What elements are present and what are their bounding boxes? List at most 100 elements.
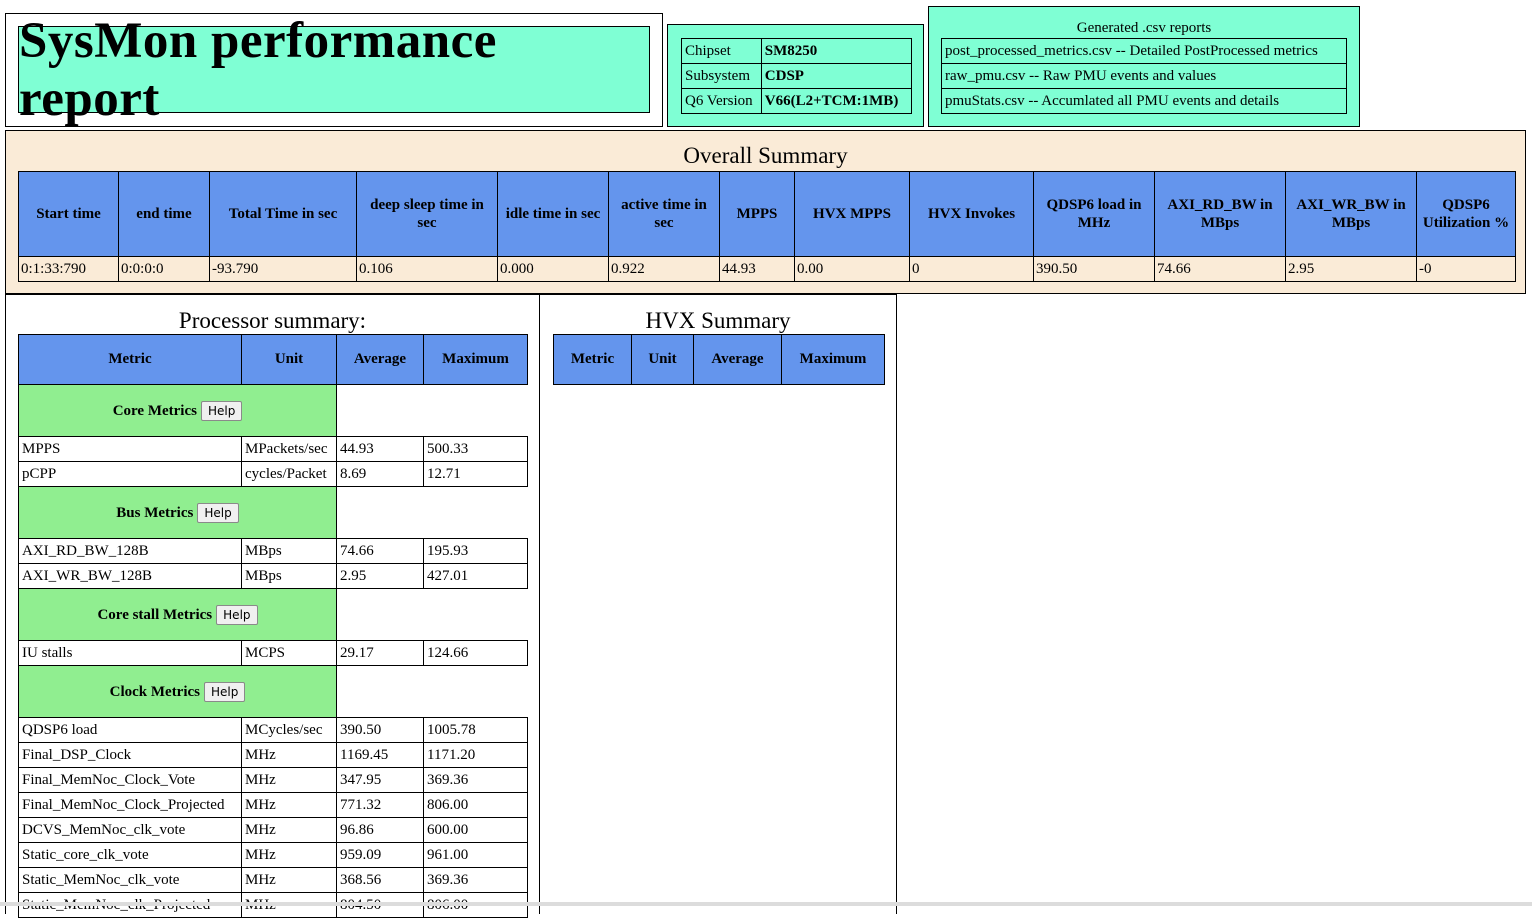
- device-info-row: Subsystem CDSP: [681, 63, 913, 89]
- metric-unit-cell: MCycles/sec: [241, 717, 337, 743]
- metric-average-cell: 96.86: [336, 817, 424, 843]
- metric-name-cell: Final_MemNoc_Clock_Projected: [18, 792, 242, 818]
- metric-unit-cell: MHz: [241, 867, 337, 893]
- metric-maximum-cell: 124.66: [423, 640, 528, 666]
- metric-unit-cell: MHz: [241, 842, 337, 868]
- processor-summary-body: Core Metrics Help MPPS MPackets/sec 44.93 500…: [18, 384, 528, 918]
- column-header: Metric: [18, 334, 242, 385]
- metric-unit-cell: MHz: [241, 792, 337, 818]
- column-header: active time in sec: [608, 171, 720, 257]
- table-cell: 2.95: [1285, 256, 1417, 282]
- column-header: Metric: [553, 334, 632, 385]
- column-header: QDSP6 Utilization %: [1416, 171, 1516, 257]
- horizontal-scrollbar[interactable]: [0, 902, 1532, 906]
- column-header: AXI_RD_BW in MBps: [1154, 171, 1286, 257]
- metric-name-cell: pCPP: [18, 461, 242, 487]
- group-spacer: [336, 486, 528, 539]
- column-header: end time: [118, 171, 210, 257]
- table-row: AXI_RD_BW_128B MBps 74.66 195.93: [18, 538, 528, 564]
- overall-summary-caption: Overall Summary: [683, 143, 848, 168]
- metric-maximum-cell: 806.00: [423, 792, 528, 818]
- table-row: Static_core_clk_vote MHz 959.09 961.00: [18, 842, 528, 868]
- metric-average-cell: 771.32: [336, 792, 424, 818]
- title-banner: SysMon performance report: [18, 13, 650, 127]
- table-row: MPPS MPackets/sec 44.93 500.33: [18, 436, 528, 462]
- metric-group-label: Core Metrics: [112, 402, 197, 419]
- processor-summary-caption: Processor summary:: [178, 308, 367, 333]
- metric-name-cell: AXI_WR_BW_128B: [18, 563, 242, 589]
- reports-caption: Generated .csv reports: [1076, 20, 1212, 36]
- column-header: AXI_WR_BW in MBps: [1285, 171, 1417, 257]
- metric-name-cell: Static_MemNoc_clk_vote: [18, 867, 242, 893]
- table-cell: 0:0:0:0: [118, 256, 210, 282]
- reports-table: post_processed_metrics.csv -- Detailed P…: [941, 38, 1347, 114]
- metric-average-cell: 959.09: [336, 842, 424, 868]
- report-link[interactable]: post_processed_metrics.csv -- Detailed P…: [941, 38, 1347, 64]
- table-cell: 0: [909, 256, 1034, 282]
- device-info-row: Q6 Version V66(L2+TCM:1MB): [681, 88, 913, 114]
- reports-panel: Generated .csv reports post_processed_me…: [928, 6, 1360, 127]
- device-info-table: Chipset SM8250 Subsystem CDSP Q6 Version…: [681, 38, 913, 114]
- metric-group-label: Core stall Metrics: [97, 606, 213, 623]
- table-cell: 0.00: [794, 256, 910, 282]
- hvx-summary-caption: HVX Summary: [645, 308, 791, 333]
- processor-summary-panel: Processor summary: Metric Unit Average M…: [5, 294, 540, 918]
- report-link[interactable]: raw_pmu.csv -- Raw PMU events and values: [941, 63, 1347, 89]
- hvx-summary-header-row: Metric Unit Average Maximum: [553, 334, 885, 385]
- device-info-value: V66(L2+TCM:1MB): [760, 88, 913, 114]
- overall-summary-value-row: 0:1:33:790 0:0:0:0 -93.790 0.106 0.000 0…: [18, 256, 1516, 282]
- help-button[interactable]: Help: [197, 502, 239, 523]
- table-cell: -0: [1416, 256, 1516, 282]
- table-row: AXI_WR_BW_128B MBps 2.95 427.01: [18, 563, 528, 589]
- help-button[interactable]: Help: [204, 681, 246, 702]
- metric-maximum-cell: 500.33: [423, 436, 528, 462]
- column-header: HVX MPPS: [794, 171, 910, 257]
- metric-group-row: Core Metrics Help: [18, 384, 528, 437]
- metric-average-cell: 29.17: [336, 640, 424, 666]
- column-header: Unit: [631, 334, 694, 385]
- metric-maximum-cell: 961.00: [423, 842, 528, 868]
- group-spacer: [336, 588, 528, 641]
- table-row: Final_DSP_Clock MHz 1169.45 1171.20: [18, 742, 528, 768]
- metric-average-cell: 2.95: [336, 563, 424, 589]
- metric-name-cell: MPPS: [18, 436, 242, 462]
- column-header: Maximum: [423, 334, 528, 385]
- overall-summary-panel: Overall Summary Start time end time Tota…: [5, 130, 1526, 294]
- device-info-panel: Chipset SM8250 Subsystem CDSP Q6 Version…: [667, 24, 924, 127]
- metric-unit-cell: MPackets/sec: [241, 436, 337, 462]
- metric-group-header: Core Metrics Help: [18, 384, 337, 437]
- table-row: QDSP6 load MCycles/sec 390.50 1005.78: [18, 717, 528, 743]
- metric-unit-cell: MHz: [241, 817, 337, 843]
- column-header: deep sleep time in sec: [356, 171, 498, 257]
- metric-maximum-cell: 427.01: [423, 563, 528, 589]
- table-cell: 0.106: [356, 256, 498, 282]
- metric-name-cell: AXI_RD_BW_128B: [18, 538, 242, 564]
- metric-average-cell: 368.56: [336, 867, 424, 893]
- metric-name-cell: Static_core_clk_vote: [18, 842, 242, 868]
- group-spacer: [336, 665, 528, 718]
- metric-group-header: Core stall Metrics Help: [18, 588, 337, 641]
- metric-maximum-cell: 12.71: [423, 461, 528, 487]
- table-cell: 74.66: [1154, 256, 1286, 282]
- table-cell: 0.000: [497, 256, 609, 282]
- overall-summary-header-row: Start time end time Total Time in sec de…: [18, 171, 1516, 257]
- column-header: Total Time in sec: [209, 171, 357, 257]
- metric-name-cell: DCVS_MemNoc_clk_vote: [18, 817, 242, 843]
- table-cell: 0.922: [608, 256, 720, 282]
- report-link[interactable]: pmuStats.csv -- Accumlated all PMU event…: [941, 88, 1347, 114]
- help-button[interactable]: Help: [216, 604, 258, 625]
- table-row: Final_MemNoc_Clock_Projected MHz 771.32 806…: [18, 792, 528, 818]
- metric-unit-cell: MBps: [241, 538, 337, 564]
- page-title: SysMon performance report: [19, 12, 497, 127]
- device-info-label: Subsystem: [681, 63, 762, 89]
- metric-unit-cell: MHz: [241, 742, 337, 768]
- help-button[interactable]: Help: [200, 400, 243, 421]
- metric-unit-cell: MCPS: [241, 640, 337, 666]
- table-row: Final_MemNoc_Clock_Vote MHz 347.95 369.36: [18, 767, 528, 793]
- table-cell: 390.50: [1033, 256, 1155, 282]
- metric-unit-cell: cycles/Packet: [241, 461, 337, 487]
- metric-average-cell: 1169.45: [336, 742, 424, 768]
- metric-maximum-cell: 1005.78: [423, 717, 528, 743]
- metric-group-header: Bus Metrics Help: [18, 486, 337, 539]
- metric-name-cell: Final_MemNoc_Clock_Vote: [18, 767, 242, 793]
